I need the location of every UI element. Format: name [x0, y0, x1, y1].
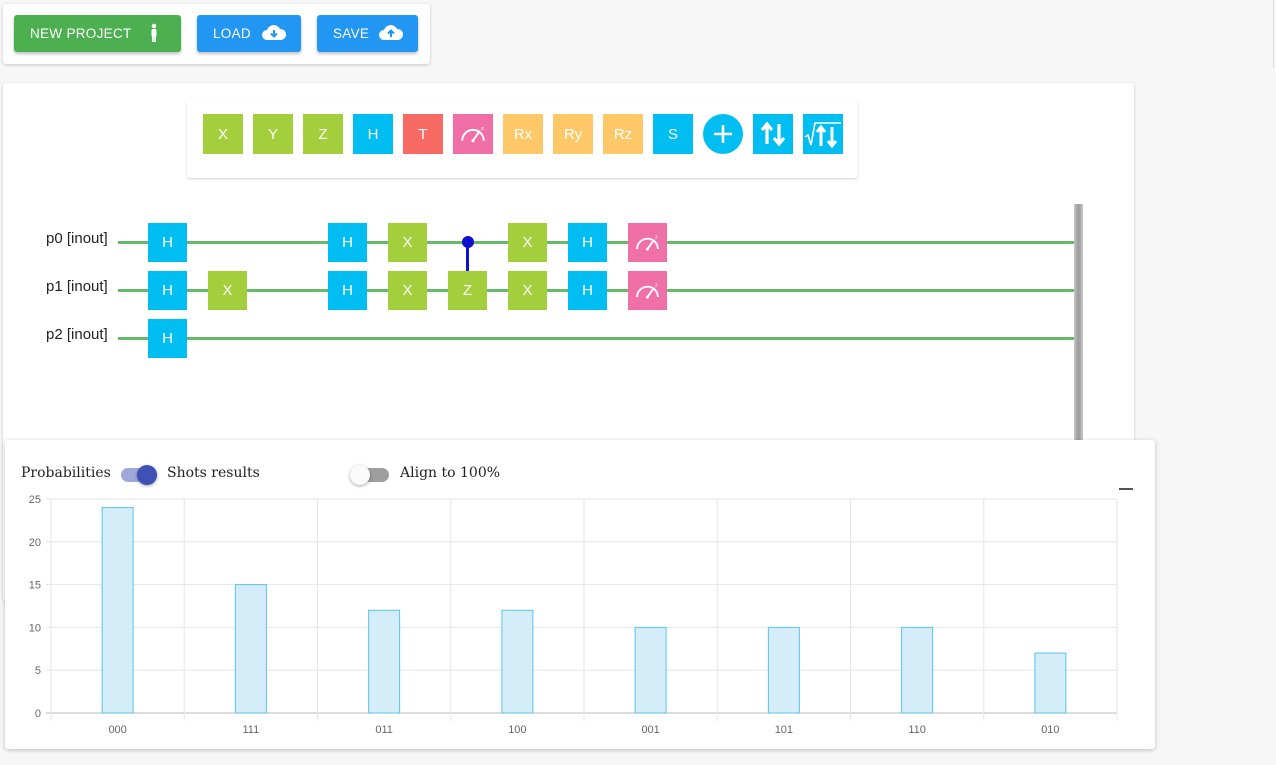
y-tick-label: 15 [29, 580, 41, 592]
x-tick-label: 001 [641, 724, 659, 736]
x-tick-label: 100 [508, 724, 526, 736]
bar[interactable] [234, 584, 267, 714]
bar[interactable] [501, 609, 534, 714]
shots-bar-chart: 0 5 10 15 20 25 000 111 011 100 001 101 110 010 [29, 494, 1118, 736]
y-tick-label: 25 [29, 494, 41, 506]
bar[interactable] [101, 507, 134, 714]
x-tick-label: 101 [775, 724, 793, 736]
x-tick-label: 010 [1041, 724, 1059, 736]
bar[interactable] [634, 626, 667, 714]
y-tick-label: 0 [35, 708, 41, 720]
bar[interactable] [767, 626, 800, 714]
y-tick-label: 5 [35, 665, 41, 677]
y-tick-label: 20 [29, 537, 41, 549]
bar[interactable] [1034, 652, 1067, 714]
x-tick-label: 000 [108, 724, 126, 736]
bar[interactable] [901, 626, 934, 714]
x-tick-label: 110 [908, 724, 926, 736]
x-tick-label: 011 [375, 724, 393, 736]
x-tick-label: 111 [243, 724, 260, 736]
y-tick-label: 10 [29, 622, 41, 634]
bar[interactable] [368, 609, 401, 714]
